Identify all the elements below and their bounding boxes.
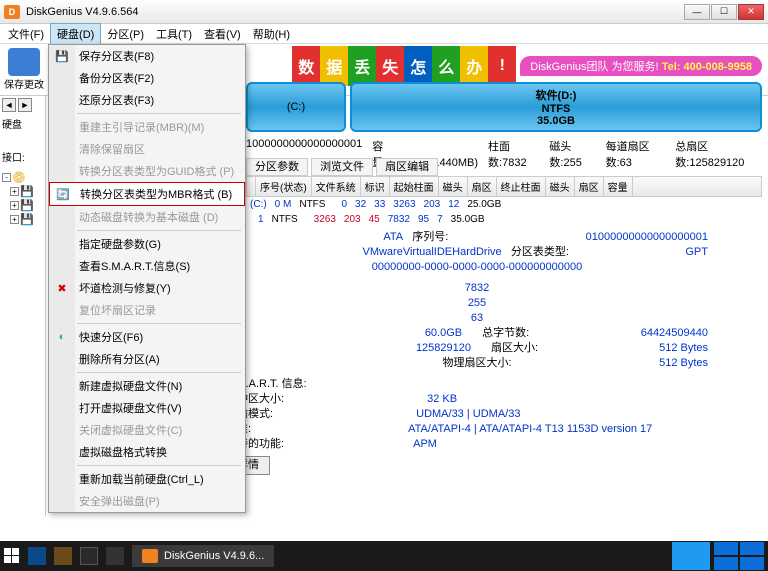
menubar: 文件(F) 硬盘(D) 分区(P) 工具(T) 查看(V) 帮助(H) [0, 24, 768, 44]
menu-item-icon: 🔄 [55, 186, 71, 202]
iface-label: 接口: [0, 147, 45, 166]
tab-sector-edit[interactable]: 扇区编辑 [376, 158, 438, 176]
app-icon: D [4, 5, 20, 19]
menu-item: 关闭虚拟硬盘文件(C) [49, 419, 245, 441]
menu-item[interactable]: 虚拟磁盘格式转换 [49, 441, 245, 463]
table-header[interactable]: 扇区 [468, 177, 497, 196]
left-panel: ◄ ► 硬盘 接口: [0, 96, 46, 516]
promo-tile: 怎 [404, 46, 432, 86]
menu-item: 复位坏扇区记录 [49, 299, 245, 321]
menu-file[interactable]: 文件(F) [2, 24, 50, 44]
menu-tools[interactable]: 工具(T) [150, 24, 198, 44]
menu-item[interactable]: 删除所有分区(A) [49, 348, 245, 370]
menu-item: 转换分区表类型为GUID格式 (P) [49, 160, 245, 182]
menu-item[interactable]: 还原分区表(F3) [49, 89, 245, 111]
table-header[interactable]: 文件系统 [312, 177, 361, 196]
start-button[interactable] [4, 548, 20, 564]
menu-item-icon: ✖ [54, 280, 70, 296]
menu-item: 安全弹出磁盘(P) [49, 490, 245, 512]
taskbar-icon[interactable] [54, 547, 72, 565]
expand-icon[interactable]: + [10, 187, 19, 196]
menu-partition[interactable]: 分区(P) [101, 24, 150, 44]
table-row[interactable]: 1NTFS326320345783295735.0GB [246, 212, 762, 227]
promo-tile: 办 [460, 46, 488, 86]
app-icon [142, 549, 158, 563]
promo-tile: 丢 [348, 46, 376, 86]
menu-item[interactable]: 打开虚拟硬盘文件(V) [49, 397, 245, 419]
maximize-button[interactable]: ☐ [711, 4, 737, 20]
tab-bar: 分区参数 浏览文件 扇区编辑 [246, 158, 438, 174]
partition-c[interactable]: (C:) [246, 82, 346, 132]
save-icon [8, 48, 40, 76]
menu-item[interactable]: 查看S.M.A.R.T.信息(S) [49, 255, 245, 277]
expand-icon[interactable]: + [10, 201, 19, 210]
menu-item[interactable]: 指定硬盘参数(G) [49, 233, 245, 255]
table-header[interactable]: 磁头 [439, 177, 468, 196]
table-header[interactable]: 序号(状态) [256, 177, 312, 196]
window-title: DiskGenius V4.9.6.564 [26, 6, 684, 18]
table-header[interactable]: 标识 [361, 177, 390, 196]
promo-tile: 失 [376, 46, 404, 86]
taskbar: DiskGenius V4.9.6... [0, 541, 768, 571]
menu-item[interactable]: 重新加载当前硬盘(Ctrl_L) [49, 468, 245, 490]
disk-info-bar: 1000000000000000001 容量:60.0GB(61440MB) 柱… [246, 138, 762, 156]
table-header[interactable]: 终止柱面 [497, 177, 546, 196]
menu-disk[interactable]: 硬盘(D) [50, 23, 101, 45]
menu-item-icon: 💾 [54, 48, 70, 64]
menu-item[interactable]: ◐快速分区(F6) [49, 326, 245, 348]
menu-item[interactable]: 💾保存分区表(F8) [49, 45, 245, 67]
disk-map: (C:) 软件(D:) NTFS 35.0GB [246, 82, 762, 132]
promo-tile: 么 [432, 46, 460, 86]
tray-windows-icon[interactable] [714, 542, 764, 570]
promo-tile: 数 [292, 46, 320, 86]
menu-item: 清除保留扇区 [49, 138, 245, 160]
promo-tile: 据 [320, 46, 348, 86]
menu-item[interactable]: 新建虚拟硬盘文件(N) [49, 375, 245, 397]
menu-item[interactable]: 🔄转换分区表类型为MBR格式 (B) [49, 182, 245, 206]
menu-item: 重建主引导记录(MBR)(M) [49, 116, 245, 138]
expand-icon[interactable]: - [2, 173, 11, 182]
table-row[interactable]: (C:)0 MNTFS0323332632031225.0GB [246, 197, 762, 212]
promo-balloon: DiskGenius团队 为您服务! Tel: 400-008-9958 [520, 56, 762, 76]
tab-partition-params[interactable]: 分区参数 [246, 158, 308, 176]
menu-item: 动态磁盘转换为基本磁盘 (D) [49, 206, 245, 228]
promo-tile: ! [488, 46, 516, 86]
tab-browse-files[interactable]: 浏览文件 [311, 158, 373, 176]
disk-tree[interactable]: -📀 +💾 +💾 +💾 [2, 170, 46, 227]
taskbar-icon[interactable] [106, 547, 124, 565]
disk-menu-dropdown: 💾保存分区表(F8)备份分区表(F2)还原分区表(F3) 重建主引导记录(MBR)… [48, 44, 246, 513]
titlebar: D DiskGenius V4.9.6.564 — ☐ ✕ [0, 0, 768, 24]
close-button[interactable]: ✕ [738, 4, 764, 20]
menu-item-icon: ◐ [54, 329, 70, 345]
expand-icon[interactable]: + [10, 215, 19, 224]
table-header[interactable]: 起始柱面 [390, 177, 439, 196]
menu-item[interactable]: 备份分区表(F2) [49, 67, 245, 89]
partition-table: 序号(状态)文件系统标识起始柱面磁头扇区终止柱面磁头扇区容量 (C:)0 MNT… [246, 176, 762, 227]
menu-help[interactable]: 帮助(H) [247, 24, 296, 44]
disk-label: 硬盘 [0, 114, 45, 133]
nav-back[interactable]: ◄ [2, 98, 16, 112]
minimize-button[interactable]: — [684, 4, 710, 20]
taskbar-icon[interactable] [80, 547, 98, 565]
table-header[interactable] [247, 177, 256, 196]
partition-d[interactable]: 软件(D:) NTFS 35.0GB [350, 82, 762, 132]
menu-item[interactable]: ✖坏道检测与修复(Y) [49, 277, 245, 299]
table-header[interactable]: 磁头 [546, 177, 575, 196]
menu-view[interactable]: 查看(V) [198, 24, 247, 44]
tray-twitter-icon[interactable] [672, 542, 710, 570]
taskbar-icon[interactable] [28, 547, 46, 565]
table-header[interactable]: 容量 [604, 177, 633, 196]
toolbar-save[interactable]: 保存更改 [4, 48, 44, 91]
disk-details: ATA 序列号: 01000000000000000001 VMwareVirt… [246, 230, 708, 475]
taskbar-diskgenius[interactable]: DiskGenius V4.9.6... [132, 545, 274, 567]
table-header[interactable]: 扇区 [575, 177, 604, 196]
promo-banner: 数据丢失怎么办! DiskGenius团队 为您服务! Tel: 400-008… [292, 46, 762, 86]
nav-fwd[interactable]: ► [18, 98, 32, 112]
